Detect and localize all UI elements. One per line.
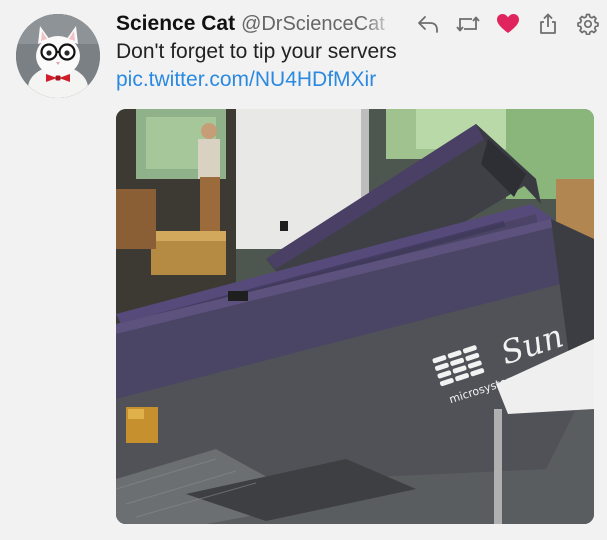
like-icon	[497, 14, 519, 33]
tweet-media-image[interactable]: Sun microsystems	[116, 109, 594, 524]
display-name[interactable]: Science Cat	[116, 12, 235, 36]
fallen-server-rack-photo: Sun microsystems	[116, 109, 594, 524]
retweet-icon	[456, 16, 480, 32]
settings-button[interactable]	[568, 12, 607, 36]
tweet-media-link[interactable]: pic.twitter.com/NU4HDfMXir	[116, 68, 376, 92]
tweet-header: Science Cat @DrScienceCat	[116, 12, 397, 38]
user-handle[interactable]: @DrScienceCat	[241, 13, 397, 36]
settings-icon	[577, 13, 599, 35]
reply-button[interactable]	[408, 12, 448, 36]
tweet-actions	[408, 12, 607, 36]
share-button[interactable]	[528, 12, 568, 36]
retweet-button[interactable]	[448, 12, 488, 36]
tweet: Science Cat @DrScienceCat Don't forget t…	[0, 0, 607, 540]
tweet-text: Don't forget to tip your servers	[116, 40, 397, 63]
like-button[interactable]	[488, 12, 528, 36]
share-icon	[540, 13, 556, 34]
reply-icon	[418, 16, 438, 33]
avatar-cat-image	[16, 14, 100, 98]
avatar[interactable]	[16, 14, 100, 98]
